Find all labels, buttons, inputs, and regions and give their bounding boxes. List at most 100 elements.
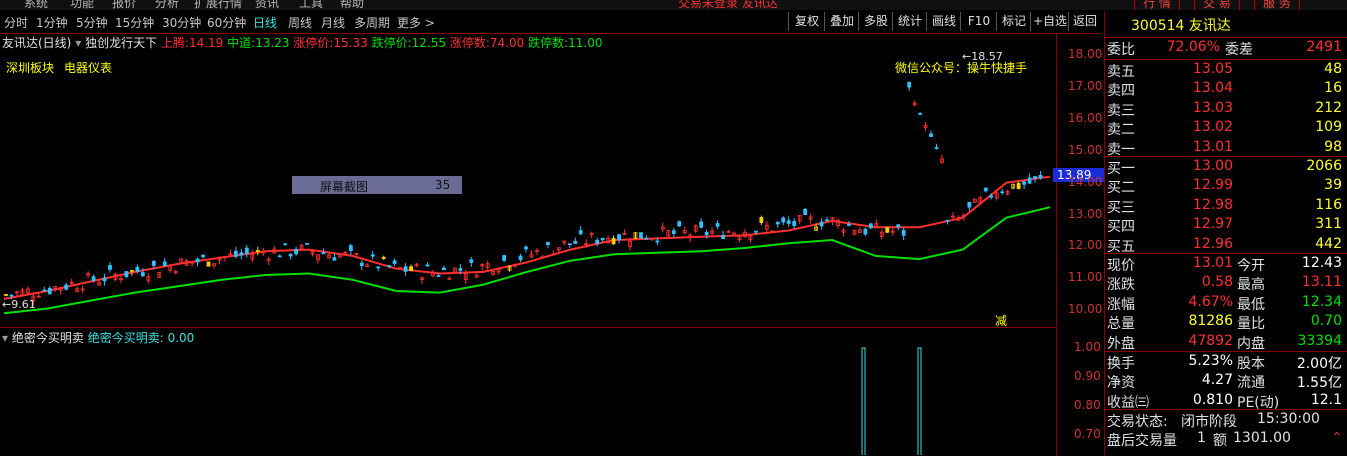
trade-status-row: 交易状态: 闭市阶段 15:30:00 — [1105, 411, 1347, 430]
sell-label: 卖三 — [1107, 102, 1135, 119]
period-tab[interactable]: 30分钟 — [162, 14, 201, 31]
buy-row[interactable]: 买一 13.00 2066 — [1105, 158, 1347, 177]
buy-row[interactable]: 买四 12.97 311 — [1105, 216, 1347, 235]
sell-price: 13.02 — [1192, 119, 1233, 136]
period-tab[interactable]: 5分钟 — [76, 14, 108, 31]
period-tab[interactable]: 1分钟 — [36, 14, 68, 31]
stock-name: 友讯达 — [1188, 18, 1231, 34]
candle-body — [392, 260, 397, 264]
overlay-button[interactable]: 叠加 — [824, 12, 859, 31]
service-button[interactable]: 服 务 — [1254, 0, 1300, 10]
candle-body — [135, 266, 140, 272]
signal-spike — [861, 347, 866, 455]
candle-body — [753, 230, 758, 233]
menu-item-system[interactable]: 系统 — [24, 0, 48, 10]
sub-axis-label: 1.00 — [1074, 340, 1101, 354]
stat-row: 总量 81286 量比 0.70 — [1105, 313, 1347, 332]
candle-body — [381, 256, 386, 259]
candle-body — [792, 220, 797, 226]
weibi-label: 委比 — [1107, 42, 1135, 58]
sell-volume: 109 — [1315, 119, 1342, 136]
weicha-label: 委差 — [1225, 42, 1253, 58]
period-tab[interactable]: 60分钟 — [207, 14, 246, 31]
candle-body — [359, 262, 364, 266]
sell-row[interactable]: 卖一 13.01 98 — [1105, 139, 1347, 158]
sub-axis-label: 0.80 — [1074, 398, 1101, 412]
stat-label: 今开 — [1237, 258, 1265, 274]
restore-right-button[interactable]: 复权 — [788, 12, 825, 31]
sell-row[interactable]: 卖三 13.03 212 — [1105, 100, 1347, 119]
mark-button[interactable]: 标记 — [996, 12, 1031, 31]
candle-body — [277, 255, 282, 258]
buy-label: 买一 — [1107, 161, 1135, 177]
candle-body — [868, 223, 873, 229]
sell-volume: 48 — [1324, 61, 1342, 77]
sell-volume: 16 — [1324, 80, 1342, 97]
buy-label: 买四 — [1107, 219, 1135, 236]
menu-item-quote[interactable]: 报价 — [112, 0, 136, 10]
menu-item-analysis[interactable]: 分析 — [155, 0, 179, 10]
sell-label: 卖四 — [1107, 83, 1135, 100]
add-favorite-button[interactable]: +自选 — [1030, 12, 1069, 31]
candle-body — [863, 228, 868, 235]
candle-body — [578, 230, 583, 235]
sell-row[interactable]: 卖五 13.05 48 — [1105, 61, 1347, 80]
period-tab-daily[interactable]: 日线 — [253, 14, 277, 31]
menu-item-news[interactable]: 资讯 — [255, 0, 279, 10]
buy-volume: 116 — [1315, 196, 1342, 213]
menu-item-function[interactable]: 功能 — [70, 0, 94, 10]
sell-price: 13.03 — [1192, 99, 1233, 116]
candle-body — [151, 260, 156, 266]
buy-row[interactable]: 买二 12.99 39 — [1105, 177, 1347, 196]
stat-value: 0.70 — [1310, 313, 1342, 330]
multi-stock-button[interactable]: 多股 — [858, 12, 893, 31]
sell-row[interactable]: 卖二 13.02 109 — [1105, 119, 1347, 138]
collapse-icon[interactable]: ⌃ — [1331, 430, 1343, 446]
candle-body — [595, 239, 600, 244]
sell-row[interactable]: 卖四 13.04 16 — [1105, 80, 1347, 99]
price-axis-label: 18.00 — [1068, 47, 1103, 62]
screenshot-popup[interactable]: 屏幕截图 35 — [292, 176, 462, 194]
menu-item-help[interactable]: 帮助 — [340, 0, 364, 10]
buy-row[interactable]: 买三 12.98 116 — [1105, 197, 1347, 216]
back-button[interactable]: 返回 — [1068, 12, 1101, 31]
candle-body — [639, 232, 643, 239]
fundamental-label: 换手 — [1107, 356, 1135, 372]
period-tab[interactable]: 周线 — [288, 14, 312, 31]
menu-item-tools[interactable]: 工具 — [299, 0, 323, 10]
signal-spike — [917, 347, 922, 455]
candle-body — [294, 248, 299, 255]
band-line — [3, 175, 1051, 300]
stock-code: 300514 — [1131, 18, 1185, 34]
period-tab[interactable]: 15分钟 — [115, 14, 154, 31]
candle-body — [699, 221, 704, 228]
f10-button[interactable]: F10 — [960, 12, 997, 31]
period-tab[interactable]: 月线 — [321, 14, 345, 31]
candlestick-chart[interactable] — [0, 33, 1056, 326]
buy-row[interactable]: 买五 12.96 442 — [1105, 236, 1347, 255]
stat-value: 13.01 — [1192, 255, 1233, 271]
candle-body — [370, 254, 375, 257]
more-periods-button[interactable]: 更多 > — [397, 14, 435, 31]
stat-value: 47892 — [1188, 332, 1233, 349]
candle-body — [644, 237, 649, 240]
stat-label: 最低 — [1237, 296, 1265, 313]
market-button[interactable]: 行 情 — [1134, 0, 1180, 10]
period-tab[interactable]: 多周期 — [354, 14, 390, 31]
candle-body — [671, 230, 676, 234]
sub-axis-label: 0.70 — [1074, 427, 1101, 441]
price-axis-label: 16.00 — [1068, 110, 1103, 125]
draw-line-button[interactable]: 画线 — [926, 12, 961, 31]
statistics-button[interactable]: 统计 — [892, 12, 927, 31]
candle-body — [102, 277, 107, 282]
period-tab[interactable]: 分时 — [4, 14, 28, 31]
stat-value: 12.43 — [1301, 255, 1342, 271]
trade-button[interactable]: 交 易 — [1194, 0, 1240, 10]
candle-body — [376, 266, 381, 269]
stat-value: 12.34 — [1301, 293, 1342, 310]
candle-body — [759, 217, 764, 223]
menu-item-extended[interactable]: 扩展行情 — [194, 0, 242, 10]
fundamental-row: 收益㈢ 0.810 PE(动) 12.1 — [1105, 392, 1347, 411]
buy-volume: 442 — [1315, 235, 1342, 252]
candle-body — [387, 265, 392, 268]
